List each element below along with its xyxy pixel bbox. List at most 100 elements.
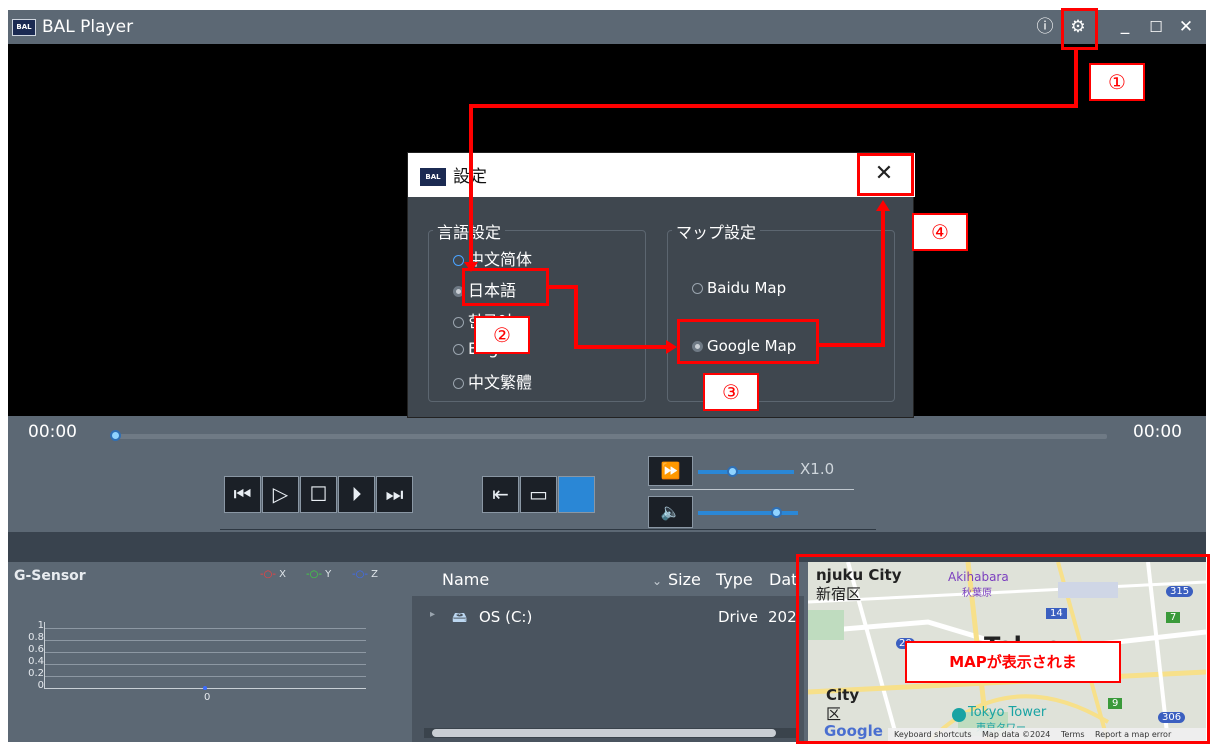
grid-line [44,640,366,641]
playback-controls: ⏮ ▷ ☐ ⏵ ⏭ ⇤ ▭ ⏩ X1.0 🔈 [8,452,1206,532]
y-tick: 1 [37,620,44,631]
radio-icon [453,317,464,328]
minimize-button[interactable]: _ [1112,12,1138,38]
seek-bar-area: 00:00 00:00 [8,416,1206,452]
y-tick: 0 [37,680,44,691]
info-icon[interactable]: ⓘ [1032,14,1058,40]
frame-step-button[interactable]: ⏵ [338,476,375,513]
file-list-header: Name ⌄ Size Type Dat [412,562,804,596]
radio-icon [453,255,464,266]
annotation-box-close [857,153,914,196]
stop-icon: ☐ [309,482,328,506]
z-point [203,686,207,690]
horizontal-scrollbar[interactable] [424,728,798,738]
grid-line [44,628,366,629]
total-time: 00:00 [1133,422,1182,442]
app-title: BAL Player [42,17,134,37]
annotation-arrow [469,104,473,267]
map-group-title: マップ設定 [672,219,761,243]
column-name[interactable]: Name [442,570,489,589]
speaker-icon: 🔈 [660,502,681,521]
stop-button[interactable]: ☐ [300,476,337,513]
open-folder-button[interactable] [558,476,595,513]
y-tick: 0.4 [28,656,44,667]
row-name: OS (C:) [479,608,533,626]
annotation-step-2: ② [474,316,530,354]
x-tick: 0 [204,692,211,703]
g-sensor-title: G-Sensor [14,568,86,584]
annotation-step-4: ④ [912,213,968,251]
row-type: Drive [718,608,758,626]
annotation-step-1: ① [1089,63,1145,101]
snapshot-button[interactable]: ▭ [520,476,557,513]
g-sensor-panel: G-Sensor -○- X -○- Y -○- Z 1 0.8 0.6 0.4… [8,562,403,742]
legend-z: -○- Z [352,569,378,580]
grid-line [44,676,366,677]
exit-icon: ⇤ [492,482,509,506]
seek-handle[interactable] [110,430,121,441]
skip-previous-icon: ⏮ [233,482,252,506]
sort-arrow-icon: ⌄ [652,574,663,588]
annotation-arrow [469,104,1078,108]
play-button[interactable]: ▷ [262,476,299,513]
maximize-button[interactable]: ☐ [1143,14,1169,40]
scrollbar-thumb[interactable] [432,729,776,737]
title-bar: BAL BAL Player ⓘ ⚙ _ ☐ ✕ [8,10,1206,44]
exit-fullscreen-button[interactable]: ⇤ [482,476,519,513]
drive-icon: 🖴 [452,608,468,626]
radio-icon [692,283,703,294]
volume-button[interactable]: 🔈 [648,496,693,528]
radio-icon [453,378,464,389]
close-window-button[interactable]: ✕ [1173,14,1199,40]
annotation-arrow [1074,50,1078,107]
speed-slider-track[interactable] [698,470,794,474]
annotation-arrowhead [666,340,677,354]
row-date: 202 [768,608,797,626]
annotation-box-japanese [462,268,549,306]
seek-track[interactable] [112,434,1107,439]
file-browser: Name ⌄ Size Type Dat ▸ 🖴 OS (C:) Drive 2… [412,562,804,742]
y-tick: 0.6 [28,644,44,655]
map-option-baidu[interactable]: Baidu Map [692,279,786,297]
dialog-title-bar: BAL 設定 ✕ [408,153,915,197]
grid-line [44,664,366,665]
skip-next-button[interactable]: ⏭ [376,476,413,513]
radio-icon [453,344,464,355]
annotation-arrow [549,285,576,289]
column-date[interactable]: Dat [769,570,797,589]
language-option-zh-tw[interactable]: 中文繁體 [453,369,532,393]
grid-line [44,652,366,653]
column-size[interactable]: Size [668,570,701,589]
annotation-arrow [574,345,668,349]
y-tick: 0.8 [28,632,44,643]
expand-arrow-icon[interactable]: ▸ [430,609,435,620]
y-axis [44,622,45,689]
frame-step-icon: ⏵ [351,482,362,506]
camera-icon: ▭ [529,482,548,506]
annotation-arrowhead [876,200,890,211]
annotation-box-google-map [677,319,819,364]
annotation-map-note: MAPが表示されま [905,641,1121,683]
legend-y: -○- Y [306,569,332,580]
volume-slider-handle[interactable] [771,507,782,518]
table-row[interactable]: ▸ 🖴 OS (C:) Drive 202 [412,606,804,630]
app-logo-icon: BAL [12,19,36,36]
dialog-logo-icon: BAL [420,168,446,186]
speed-slider-handle[interactable] [726,466,738,477]
annotation-arrow [819,343,885,347]
speed-button[interactable]: ⏩ [648,456,693,486]
current-time: 00:00 [28,422,77,442]
fast-forward-icon: ⏩ [660,461,681,480]
controls-divider [220,529,876,530]
column-type[interactable]: Type [716,570,753,589]
speed-label: X1.0 [800,460,835,478]
annotation-step-3: ③ [703,373,759,411]
speed-divider [650,489,854,490]
volume-slider-track[interactable] [698,511,798,515]
skip-previous-button[interactable]: ⏮ [224,476,261,513]
y-tick: 0.2 [28,668,44,679]
skip-next-icon: ⏭ [385,482,404,506]
legend-x: -○- X [260,569,286,580]
annotation-arrow [881,210,885,347]
annotation-arrow [574,285,578,348]
